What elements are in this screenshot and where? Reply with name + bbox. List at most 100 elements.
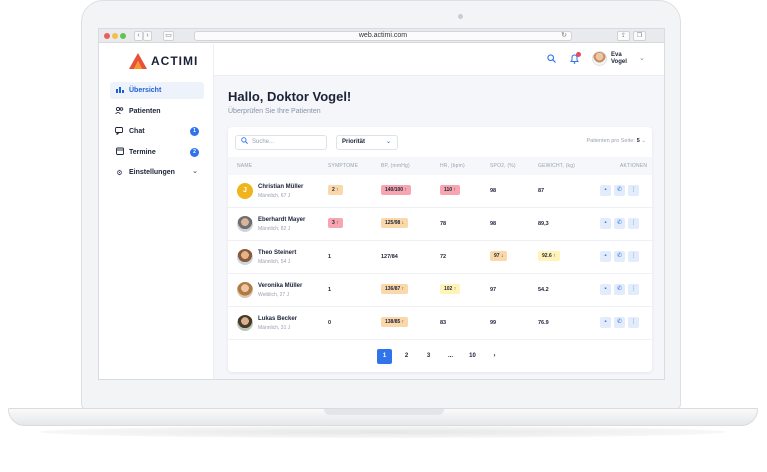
sidebar-item-einstellungen[interactable]: ⚙ Einstellungen ⌄ [110, 164, 204, 181]
more-button[interactable]: ⋮ [628, 317, 639, 328]
table-row[interactable]: Veronika Müller Weiblich, 27 J 1 136/87 ↑ 10… [228, 274, 652, 307]
sidebar-item-uebersicht[interactable]: Übersicht [110, 82, 204, 99]
page-subtitle: Überprüfen Sie Ihre Patienten [228, 108, 321, 115]
laptop-base [8, 408, 758, 426]
camera [458, 14, 463, 19]
sidebar-item-chat[interactable]: Chat 1 [110, 123, 204, 140]
hr-value: 102 ↑ [440, 284, 461, 294]
tabs-icon[interactable]: ❐ [633, 31, 646, 41]
page-10-button[interactable]: 10 [465, 349, 480, 364]
sidebar-item-termine[interactable]: Termine 2 [110, 144, 204, 161]
message-button[interactable]: ▪ [600, 251, 611, 262]
search-input[interactable]: Suche... [235, 135, 327, 150]
chevron-down-icon: ⌄ [641, 138, 646, 144]
table-row[interactable]: Theo Steinert Männlich, 54 J 1 127/84 72 97 ↓… [228, 241, 652, 274]
patient-meta: Männlich, 54 J [258, 259, 291, 265]
laptop-notch [324, 409, 444, 415]
spo2-value: 97 [490, 287, 497, 293]
phone-icon: ✆ [616, 319, 623, 325]
user-first-name: Eva [611, 52, 622, 58]
patient-name[interactable]: Veronika Müller [258, 283, 302, 289]
header-hr[interactable]: HR, (bpm) [440, 163, 465, 169]
phone-button[interactable]: ✆ [614, 218, 625, 229]
screen: ‹ › ▭ web.actimi.com ↻ ⇪ ❐ ACTIMI Übersi… [98, 28, 665, 380]
weight-value: 89,3 [538, 221, 549, 227]
actimi-logo[interactable]: ACTIMI [129, 53, 198, 69]
user-last-name: Vogel [611, 59, 627, 65]
patient-meta: Weiblich, 27 J [258, 292, 290, 298]
header-aktionen: AKTIONEN [620, 163, 648, 169]
per-page-selector[interactable]: Patienten pro Seite: 5 ⌄ [586, 138, 646, 144]
spo2-value: 98 [490, 188, 497, 194]
weight-value: 87 [538, 188, 545, 194]
sidebar-toggle-icon[interactable]: ▭ [163, 31, 174, 41]
search-icon [241, 136, 248, 149]
patient-avatar: J [237, 183, 253, 199]
header-name[interactable]: NAME [237, 163, 252, 169]
chevron-down-icon[interactable]: ⌄ [639, 54, 645, 62]
reload-icon[interactable]: ↻ [561, 32, 567, 40]
page-3-button[interactable]: 3 [421, 349, 436, 364]
maximize-window-button[interactable] [120, 33, 126, 39]
patient-name[interactable]: Christian Müller [258, 184, 303, 190]
message-button[interactable]: ▪ [600, 218, 611, 229]
chat-count-badge: 1 [190, 127, 199, 136]
pagination: 1 2 3 ... 10 › [228, 347, 652, 365]
user-avatar[interactable] [592, 51, 607, 66]
more-icon: ⋮ [630, 253, 637, 259]
share-icon[interactable]: ⇪ [617, 31, 630, 41]
patient-avatar [237, 282, 253, 298]
more-button[interactable]: ⋮ [628, 251, 639, 262]
back-button[interactable]: ‹ [134, 31, 143, 41]
symptoms-value: 1 [328, 254, 332, 260]
gear-icon: ⚙ [116, 169, 123, 177]
top-bar: Eva Vogel ⌄ [214, 44, 664, 76]
symptoms-value: 0 [328, 320, 332, 326]
message-icon: ▪ [604, 319, 607, 325]
minimize-window-button[interactable] [112, 33, 118, 39]
laptop-shadow [40, 426, 726, 438]
address-bar[interactable]: web.actimi.com ↻ [194, 31, 572, 41]
header-bp[interactable]: BP, (mmHg) [381, 163, 410, 169]
message-button[interactable]: ▪ [600, 284, 611, 295]
patient-avatar [237, 315, 253, 331]
header-spo2[interactable]: SPO2, (%) [490, 163, 516, 169]
sidebar-item-label: Patienten [129, 107, 161, 115]
phone-button[interactable]: ✆ [614, 284, 625, 295]
header-gewicht[interactable]: GEWICHT, (kg) [538, 163, 575, 169]
page-1-button[interactable]: 1 [377, 349, 392, 364]
table-row[interactable]: Eberhardt Mayer Männlich, 82 J 3 ↑ 125/98 ↓… [228, 208, 652, 241]
sidebar-item-label: Übersicht [129, 87, 162, 94]
priority-dropdown[interactable]: Priorität ⌄ [336, 135, 398, 150]
phone-button[interactable]: ✆ [614, 317, 625, 328]
chat-icon [115, 126, 124, 137]
weight-value: 54.2 [538, 287, 549, 293]
page-2-button[interactable]: 2 [399, 349, 414, 364]
patient-name[interactable]: Eberhardt Mayer [258, 217, 305, 223]
more-icon: ⋮ [630, 319, 637, 325]
main-content: Hallo, Doktor Vogel! Überprüfen Sie Ihre… [214, 76, 664, 379]
chart-bar-icon [115, 86, 124, 95]
more-button[interactable]: ⋮ [628, 185, 639, 196]
phone-button[interactable]: ✆ [614, 251, 625, 262]
patient-name[interactable]: Theo Steinert [258, 250, 296, 256]
more-button[interactable]: ⋮ [628, 218, 639, 229]
more-button[interactable]: ⋮ [628, 284, 639, 295]
hr-value: 83 [440, 320, 447, 326]
message-button[interactable]: ▪ [600, 185, 611, 196]
table-row[interactable]: J Christian Müller Männlich, 67 J 2 ↑ 140/10… [228, 175, 652, 208]
close-window-button[interactable] [104, 33, 110, 39]
priority-label: Priorität [342, 139, 366, 145]
table-row[interactable]: Lukas Becker Männlich, 31 J 0 138/85 ↑ 83 99 7… [228, 307, 652, 340]
patient-meta: Männlich, 82 J [258, 226, 291, 232]
sidebar-item-patienten[interactable]: Patienten [110, 103, 204, 120]
search-icon[interactable] [547, 54, 556, 65]
message-button[interactable]: ▪ [600, 317, 611, 328]
user-name[interactable]: Eva Vogel [611, 52, 627, 66]
phone-button[interactable]: ✆ [614, 185, 625, 196]
forward-button[interactable]: › [143, 31, 152, 41]
bp-value: 136/87 ↑ [381, 284, 409, 294]
next-page-button[interactable]: › [487, 349, 502, 364]
patient-name[interactable]: Lukas Becker [258, 316, 297, 322]
header-symptome[interactable]: SYMPTOME [328, 163, 358, 169]
